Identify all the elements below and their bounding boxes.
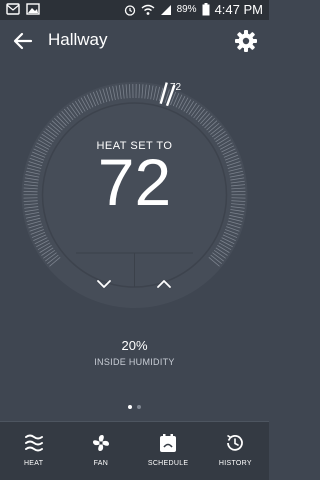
wifi-icon <box>141 4 155 16</box>
thermostat-dial[interactable]: 72 HEAT SET TO 72 <box>0 60 269 320</box>
status-bar: 89% 4:47 PM <box>0 0 269 20</box>
app-bar: Hallway <box>0 20 269 62</box>
image-icon <box>26 3 40 15</box>
increase-temp-button[interactable] <box>136 270 192 298</box>
nav-history[interactable]: HISTORY <box>202 422 269 480</box>
nav-fan[interactable]: FAN <box>67 422 134 480</box>
nav-heat[interactable]: HEAT <box>0 422 67 480</box>
setpoint-value: 72 <box>0 150 269 214</box>
clock: 4:47 PM <box>215 2 263 17</box>
current-temp-marker-label: 72 <box>170 82 181 93</box>
back-arrow-icon[interactable] <box>10 28 36 54</box>
email-icon <box>6 3 20 15</box>
calendar-icon <box>157 432 179 454</box>
page-dot-1 <box>128 405 132 409</box>
history-icon <box>224 432 246 454</box>
battery-percent: 89% <box>177 4 197 15</box>
battery-icon <box>202 3 210 16</box>
signal-icon <box>160 4 172 16</box>
nav-schedule-label: SCHEDULE <box>148 460 189 467</box>
nav-history-label: HISTORY <box>219 460 252 467</box>
nav-fan-label: FAN <box>94 460 109 467</box>
gear-icon[interactable] <box>233 28 259 54</box>
page-indicator <box>0 405 269 409</box>
nav-schedule[interactable]: SCHEDULE <box>135 422 202 480</box>
humidity-readout: 20% INSIDE HUMIDITY <box>0 338 269 367</box>
bottom-nav: HEAT FAN SCHEDULE HISTORY <box>0 421 269 480</box>
heat-icon <box>23 432 45 454</box>
nav-heat-label: HEAT <box>24 460 43 467</box>
page-dot-2 <box>137 405 141 409</box>
fan-icon <box>90 432 112 454</box>
decrease-temp-button[interactable] <box>76 270 132 298</box>
page-title: Hallway <box>48 30 108 50</box>
humidity-label: INSIDE HUMIDITY <box>0 357 269 367</box>
alarm-icon <box>124 4 136 16</box>
humidity-value: 20% <box>0 338 269 353</box>
